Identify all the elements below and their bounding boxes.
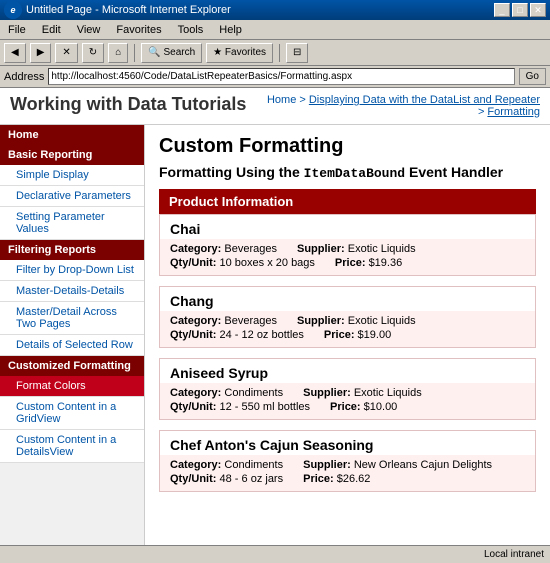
product-details: Category: Condiments Supplier: Exotic Li… (160, 383, 535, 419)
breadcrumb: Home > Displaying Data with the DataList… (267, 94, 540, 118)
product-detail-row-1: Category: Beverages Supplier: Exotic Liq… (170, 315, 525, 327)
product-item: Chang Category: Beverages Supplier: Exot… (159, 286, 536, 348)
supplier-label: Supplier: Exotic Liquids (297, 243, 416, 255)
search-button[interactable]: 🔍 Search (141, 43, 202, 63)
qty-label: Qty/Unit: 48 - 6 oz jars (170, 473, 283, 485)
sidebar-item-setting-parameter-values[interactable]: Setting Parameter Values (0, 207, 144, 240)
toolbar: ◀ ▶ ✕ ↻ ⌂ 🔍 Search ★ Favorites ⊟ (0, 40, 550, 66)
content-area: Custom Formatting Formatting Using the I… (145, 125, 550, 545)
supplier-label: Supplier: New Orleans Cajun Delights (303, 459, 492, 471)
category-label: Category: Condiments (170, 387, 283, 399)
window-title: Untitled Page - Microsoft Internet Explo… (26, 4, 231, 16)
sidebar-item-format-colors[interactable]: Format Colors (0, 376, 144, 397)
breadcrumb-home[interactable]: Home (267, 94, 296, 106)
price-label: Price: $26.62 (303, 473, 370, 485)
ie-icon: e (4, 1, 22, 19)
product-detail-row-1: Category: Beverages Supplier: Exotic Liq… (170, 243, 525, 255)
subheading-prefix: Formatting Using the (159, 164, 304, 180)
menu-favorites[interactable]: Favorites (112, 23, 165, 37)
supplier-label: Supplier: Exotic Liquids (297, 315, 416, 327)
separator-1 (134, 44, 135, 62)
breadcrumb-sep2: > (478, 106, 487, 118)
product-detail-row-2: Qty/Unit: 48 - 6 oz jars Price: $26.62 (170, 473, 525, 485)
product-item: Aniseed Syrup Category: Condiments Suppl… (159, 358, 536, 420)
product-item: Chai Category: Beverages Supplier: Exoti… (159, 214, 536, 276)
menu-bar: File Edit View Favorites Tools Help (0, 20, 550, 40)
supplier-label: Supplier: Exotic Liquids (303, 387, 422, 399)
address-input[interactable] (48, 68, 514, 85)
status-zone: Local intranet (484, 549, 544, 560)
sidebar-item-custom-content-detailsview[interactable]: Custom Content in a DetailsView (0, 430, 144, 463)
sidebar-item-master-detail-across[interactable]: Master/Detail Across Two Pages (0, 302, 144, 335)
close-button[interactable]: ✕ (530, 3, 546, 17)
menu-view[interactable]: View (73, 23, 105, 37)
product-name: Aniseed Syrup (160, 359, 535, 383)
product-detail-row-1: Category: Condiments Supplier: Exotic Li… (170, 387, 525, 399)
sidebar-item-master-details-details[interactable]: Master-Details-Details (0, 281, 144, 302)
favorites-button[interactable]: ★ Favorites (206, 43, 273, 63)
subheading-code: ItemDataBound (304, 166, 405, 181)
sidebar-item-filter-dropdown[interactable]: Filter by Drop-Down List (0, 260, 144, 281)
separator-2 (279, 44, 280, 62)
sidebar-header-filtering-reports: Filtering Reports (0, 240, 144, 260)
product-details: Category: Beverages Supplier: Exotic Liq… (160, 239, 535, 275)
sidebar: Home Basic Reporting Simple Display Decl… (0, 125, 145, 545)
title-bar: e Untitled Page - Microsoft Internet Exp… (0, 0, 550, 20)
product-name: Chai (160, 215, 535, 239)
minimize-button[interactable]: _ (494, 3, 510, 17)
product-item: Chef Anton's Cajun Seasoning Category: C… (159, 430, 536, 492)
product-detail-row-2: Qty/Unit: 24 - 12 oz bottles Price: $19.… (170, 329, 525, 341)
window-controls[interactable]: _ □ ✕ (494, 3, 546, 17)
price-label: Price: $10.00 (330, 401, 397, 413)
sidebar-item-declarative-parameters[interactable]: Declarative Parameters (0, 186, 144, 207)
sidebar-home[interactable]: Home (0, 125, 144, 145)
price-label: Price: $19.36 (335, 257, 402, 269)
sidebar-header-basic-reporting: Basic Reporting (0, 145, 144, 165)
category-label: Category: Beverages (170, 243, 277, 255)
product-detail-row-2: Qty/Unit: 12 - 550 ml bottles Price: $10… (170, 401, 525, 413)
category-label: Category: Beverages (170, 315, 277, 327)
product-details: Category: Condiments Supplier: New Orlea… (160, 455, 535, 491)
breadcrumb-parent[interactable]: Displaying Data with the DataList and Re… (309, 94, 540, 106)
product-name: Chang (160, 287, 535, 311)
qty-label: Qty/Unit: 10 boxes x 20 bags (170, 257, 315, 269)
sidebar-item-simple-display[interactable]: Simple Display (0, 165, 144, 186)
subheading-suffix: Event Handler (405, 164, 503, 180)
history-button[interactable]: ⊟ (286, 43, 308, 63)
content-subheading: Formatting Using the ItemDataBound Event… (159, 164, 536, 181)
product-detail-row-2: Qty/Unit: 10 boxes x 20 bags Price: $19.… (170, 257, 525, 269)
status-bar: Local intranet (0, 545, 550, 563)
menu-help[interactable]: Help (215, 23, 246, 37)
product-detail-row-1: Category: Condiments Supplier: New Orlea… (170, 459, 525, 471)
product-name: Chef Anton's Cajun Seasoning (160, 431, 535, 455)
address-bar-row: Address Go (0, 66, 550, 88)
site-title: Working with Data Tutorials (10, 94, 246, 115)
sidebar-item-custom-content-gridview[interactable]: Custom Content in a GridView (0, 397, 144, 430)
stop-button[interactable]: ✕ (55, 43, 77, 63)
page-header: Working with Data Tutorials Home > Displ… (0, 88, 550, 125)
go-button[interactable]: Go (519, 68, 546, 85)
menu-file[interactable]: File (4, 23, 30, 37)
menu-edit[interactable]: Edit (38, 23, 65, 37)
forward-button[interactable]: ▶ (30, 43, 52, 63)
product-section-header: Product Information (159, 189, 536, 214)
back-button[interactable]: ◀ (4, 43, 26, 63)
maximize-button[interactable]: □ (512, 3, 528, 17)
content-heading: Custom Formatting (159, 135, 536, 158)
qty-label: Qty/Unit: 12 - 550 ml bottles (170, 401, 310, 413)
qty-label: Qty/Unit: 24 - 12 oz bottles (170, 329, 304, 341)
sidebar-header-customized-formatting: Customized Formatting (0, 356, 144, 376)
browser-content: Home Basic Reporting Simple Display Decl… (0, 125, 550, 545)
breadcrumb-sep1: > (299, 94, 308, 106)
product-list: Chai Category: Beverages Supplier: Exoti… (159, 214, 536, 492)
home-button[interactable]: ⌂ (108, 43, 128, 63)
product-details: Category: Beverages Supplier: Exotic Liq… (160, 311, 535, 347)
address-label: Address (4, 71, 44, 83)
refresh-button[interactable]: ↻ (82, 43, 104, 63)
sidebar-item-details-selected-row[interactable]: Details of Selected Row (0, 335, 144, 356)
breadcrumb-current: Formatting (487, 106, 540, 118)
category-label: Category: Condiments (170, 459, 283, 471)
price-label: Price: $19.00 (324, 329, 391, 341)
menu-tools[interactable]: Tools (174, 23, 208, 37)
